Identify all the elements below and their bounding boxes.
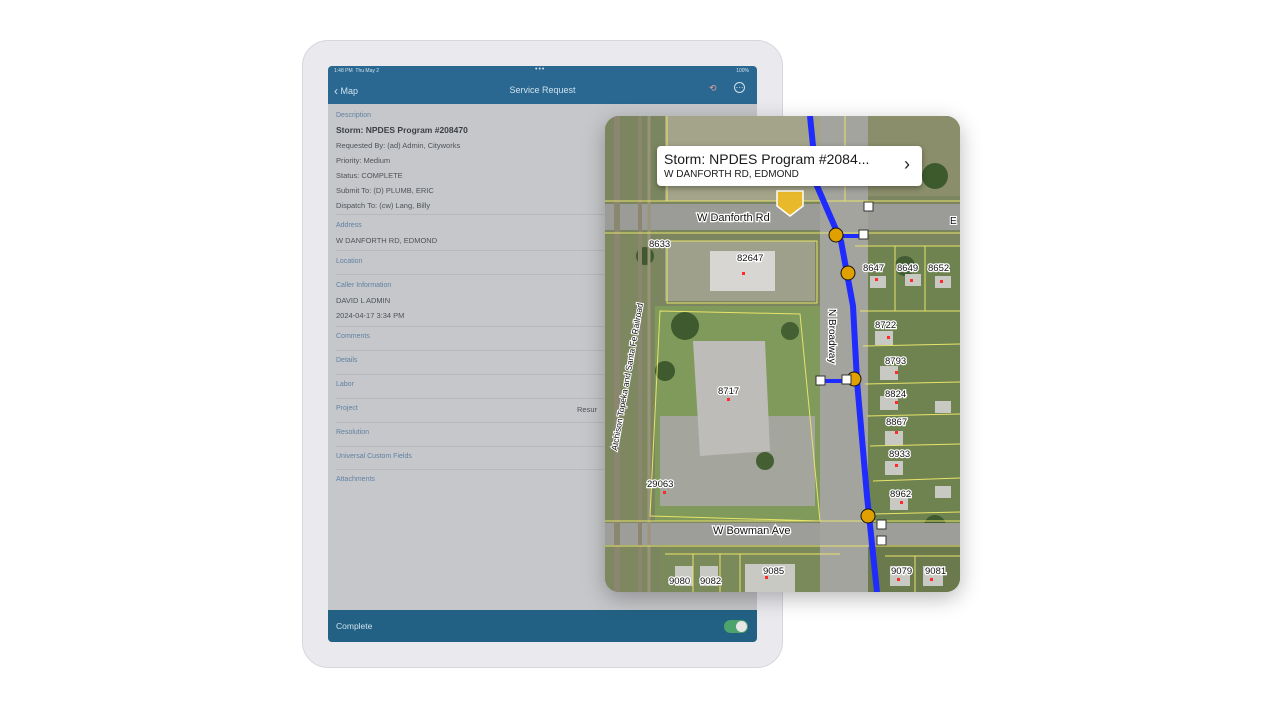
parcel-label: 8717 xyxy=(718,386,739,397)
universal-fields-row[interactable]: Universal Custom Fields xyxy=(336,453,412,460)
parcel-label: 29063 xyxy=(647,479,673,490)
parcel-label: 8933 xyxy=(889,449,910,460)
parcel-label: 9079 xyxy=(891,566,912,577)
request-title: Storm: NPDES Program #208470 xyxy=(336,125,468,135)
caller-datetime: 2024-04-17 3:34 PM xyxy=(336,311,405,320)
battery-indicator: 100% xyxy=(736,68,749,74)
parcel-label: 82647 xyxy=(737,253,763,264)
parcel-label: 8793 xyxy=(885,356,906,367)
description-label: Description xyxy=(336,112,372,119)
dispatch-to: Dispatch To: (cw) Lang, Billy xyxy=(336,201,431,210)
address-value: W DANFORTH RD, EDMOND xyxy=(336,236,438,245)
address-label: Address xyxy=(336,222,362,229)
divider xyxy=(336,214,604,215)
chevron-right-icon[interactable]: › xyxy=(904,154,910,175)
resolution-row[interactable]: Resolution xyxy=(336,429,369,436)
parcel-label: 8962 xyxy=(890,489,911,500)
multitask-dots[interactable]: ••• xyxy=(535,66,545,73)
parcel-label: 9081 xyxy=(925,566,946,577)
complete-toggle[interactable] xyxy=(724,620,748,633)
page-title: Service Request xyxy=(509,85,576,95)
parcel-label: 8867 xyxy=(886,417,907,428)
parcel-label: 8647 xyxy=(863,263,884,274)
divider xyxy=(336,326,604,327)
location-row[interactable]: Location xyxy=(336,258,362,265)
parcel-label: 8649 xyxy=(897,263,918,274)
requested-by: Requested By: (ad) Admin, Cityworks xyxy=(336,141,461,150)
comments-row[interactable]: Comments xyxy=(336,333,370,340)
parcel-label: 8824 xyxy=(885,389,906,400)
road-label-east: E xyxy=(950,216,957,227)
parcel-label: 8633 xyxy=(649,239,670,250)
divider xyxy=(336,274,604,275)
toggle-knob xyxy=(736,621,747,632)
divider xyxy=(336,446,604,447)
caller-name: DAVID L ADMIN xyxy=(336,296,391,305)
priority: Priority: Medium xyxy=(336,156,391,165)
project-row[interactable]: Project xyxy=(336,405,358,412)
divider xyxy=(336,374,604,375)
details-row[interactable]: Details xyxy=(336,357,357,364)
complete-label: Complete xyxy=(336,621,373,631)
address-section[interactable]: Address W DANFORTH RD, EDMOND xyxy=(336,218,437,248)
parcel-label: 8722 xyxy=(875,320,896,331)
divider xyxy=(336,422,604,423)
divider xyxy=(336,250,604,251)
divider xyxy=(336,469,604,470)
project-value: Resur xyxy=(577,405,598,414)
divider xyxy=(336,350,604,351)
map-view[interactable]: W Danforth Rd W Bowman Ave N Broadway At… xyxy=(605,116,960,592)
sync-icon[interactable]: ⟲ xyxy=(709,83,721,95)
submit-to: Submit To: (D) PLUMB, ERIC xyxy=(336,186,434,195)
caller-label: Caller Information xyxy=(336,282,392,289)
divider xyxy=(336,398,604,399)
more-icon[interactable]: ⋯ xyxy=(734,82,745,93)
road-label-broadway: N Broadway xyxy=(826,309,837,363)
nav-bar: ‹ Map Service Request ⟲ ⋯ xyxy=(328,76,757,104)
road-label-bowman: W Bowman Ave xyxy=(713,525,790,537)
parcel-label: 8652 xyxy=(928,263,949,274)
parcel-label: 9082 xyxy=(700,576,721,587)
caller-section[interactable]: Caller Information DAVID L ADMIN 2024-04… xyxy=(336,278,404,323)
status-bar: 1:48 PM Thu May 2 ••• 100% xyxy=(328,66,757,76)
labor-row[interactable]: Labor xyxy=(336,381,354,388)
parcel-label: 9080 xyxy=(669,576,690,587)
callout-title: Storm: NPDES Program #2084... xyxy=(664,151,870,167)
bottom-bar: Complete xyxy=(328,610,757,642)
callout-subtitle: W DANFORTH RD, EDMOND xyxy=(664,169,799,180)
description-section: Description Storm: NPDES Program #208470… xyxy=(336,108,468,213)
aerial-map[interactable]: W Danforth Rd W Bowman Ave N Broadway At… xyxy=(605,116,960,592)
map-callout[interactable]: Storm: NPDES Program #2084... W DANFORTH… xyxy=(657,146,922,186)
status: Status: COMPLETE xyxy=(336,171,403,180)
parcel-label: 9085 xyxy=(763,566,784,577)
status-time: 1:48 PM Thu May 2 xyxy=(334,68,380,74)
road-label-danforth: W Danforth Rd xyxy=(697,212,770,224)
attachments-row[interactable]: Attachments xyxy=(336,476,375,483)
